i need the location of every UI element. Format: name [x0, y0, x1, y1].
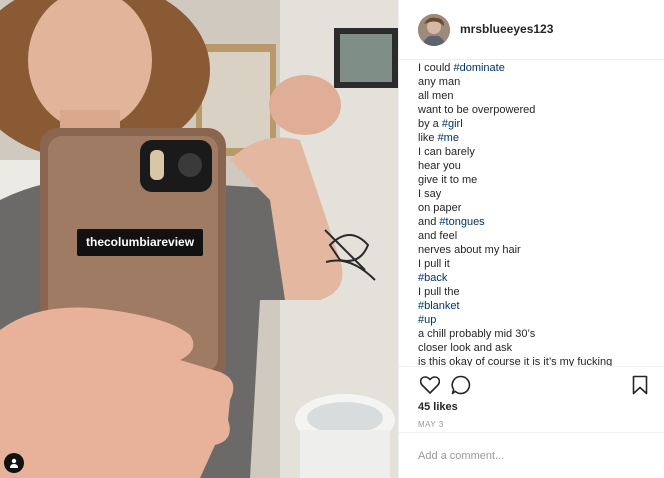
caption-text-segment: and feel — [418, 230, 458, 242]
caption-line: hear you — [418, 159, 654, 173]
caption-line: I pull the — [418, 285, 654, 299]
caption-text-segment: want to be overpowered — [418, 104, 536, 116]
caption-text-segment: a chill probably mid 30’s — [418, 328, 536, 340]
likes-count[interactable]: 45 likes — [418, 401, 458, 413]
caption-text-segment: give it to me — [418, 174, 478, 186]
heart-icon[interactable] — [418, 373, 442, 397]
caption-text-segment: nerves about my hair — [418, 244, 521, 256]
caption-line: and feel — [418, 229, 654, 243]
caption-line: give it to me — [418, 173, 654, 187]
post-date: MAY 3 — [418, 420, 444, 429]
hashtag-link[interactable]: #girl — [442, 118, 463, 130]
caption-text-segment: I pull it — [418, 258, 450, 270]
caption-line: I could #dominate — [418, 61, 654, 75]
post-header: mrsblueeyes123 — [399, 0, 664, 60]
caption-text-segment: by a — [418, 118, 442, 130]
comment-icon[interactable] — [449, 373, 473, 397]
caption-line: is this okay of course it is it’s my fuc… — [418, 355, 654, 366]
caption-line: and #tongues — [418, 215, 654, 229]
caption-text-segment: like — [418, 132, 438, 144]
bookmark-icon[interactable] — [628, 373, 652, 397]
post-photo[interactable]: thecolumbiareview — [0, 0, 398, 478]
caption-text-segment: closer look and ask — [418, 342, 513, 354]
caption-text-segment: and — [418, 216, 440, 228]
hashtag-link[interactable]: #dominate — [453, 62, 504, 74]
caption-line: #blanket — [418, 299, 654, 313]
avatar[interactable] — [418, 14, 450, 46]
hashtag-link[interactable]: #tongues — [439, 216, 484, 228]
caption-line: #back — [418, 271, 654, 285]
caption-line: I pull it — [418, 257, 654, 271]
hashtag-link[interactable]: #me — [438, 132, 459, 144]
caption-text-segment: I pull the — [418, 286, 460, 298]
caption-line: I say — [418, 187, 654, 201]
caption-line: nerves about my hair — [418, 243, 654, 257]
caption-text-segment: all men — [418, 90, 454, 102]
comment-box — [399, 432, 664, 478]
caption-line: all men — [418, 89, 654, 103]
caption-line: #up — [418, 313, 654, 327]
caption-line: by a #girl — [418, 117, 654, 131]
overlay-tag[interactable]: thecolumbiareview — [77, 229, 204, 256]
caption-text: I could #dominate any man all men want to b… — [418, 61, 654, 366]
caption-line: any man — [418, 75, 654, 89]
caption-text-segment: any man — [418, 76, 461, 88]
hashtag-link[interactable]: #blanket — [418, 300, 460, 312]
caption-text-segment: I could — [418, 62, 454, 74]
caption-line: I can barely — [418, 145, 654, 159]
user-tag-icon[interactable] — [4, 453, 24, 473]
username-link[interactable]: mrsblueeyes123 — [460, 22, 553, 36]
caption-text-segment: on paper — [418, 202, 462, 214]
hashtag-link[interactable]: #up — [418, 314, 436, 326]
hashtag-link[interactable]: #back — [418, 272, 447, 284]
caption-text-segment: is this okay of course it is it’s my fuc… — [418, 356, 613, 366]
add-comment-input[interactable] — [418, 447, 648, 465]
post-details-panel: mrsblueeyes123 I could #dominate any man a… — [398, 0, 664, 478]
caption-text-segment: I say — [418, 188, 442, 200]
caption-line: closer look and ask — [418, 341, 654, 355]
caption-text-segment: I can barely — [418, 146, 475, 158]
caption-text-segment: hear you — [418, 160, 461, 172]
caption-line: on paper — [418, 201, 654, 215]
caption-line: want to be overpowered — [418, 103, 654, 117]
caption-line: a chill probably mid 30’s — [418, 327, 654, 341]
caption-line: like #me — [418, 131, 654, 145]
